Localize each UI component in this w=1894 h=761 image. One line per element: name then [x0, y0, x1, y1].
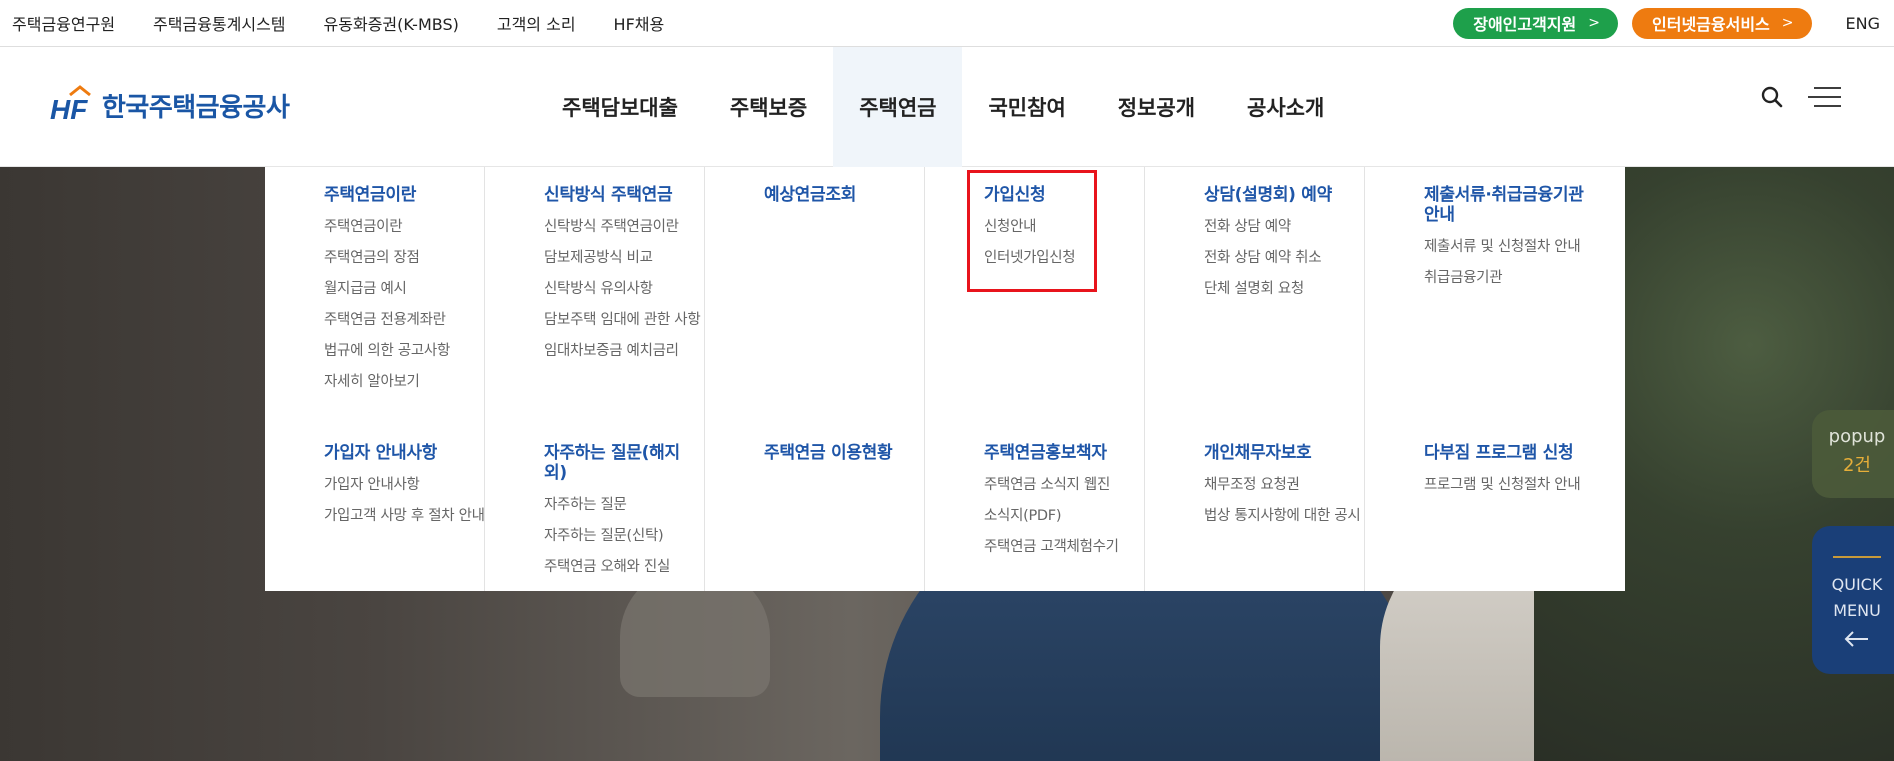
brand-name: 한국주택금융공사	[102, 92, 290, 123]
menu-group: 예상연금조회	[764, 185, 908, 217]
menu-link[interactable]: 법상 통지사항에 대한 공시	[1204, 506, 1361, 526]
menu-group-title[interactable]: 가입자 안내사항	[324, 443, 468, 463]
gnb-item-participation[interactable]: 국민참여	[962, 47, 1091, 167]
top-link-statistics-system[interactable]: 주택금융통계시스템	[153, 11, 285, 35]
mega-column: 예상연금조회 주택연금 이용현황	[705, 167, 925, 591]
logo-mark-text: HF	[50, 94, 88, 125]
top-link-customer-voice[interactable]: 고객의 소리	[497, 11, 576, 35]
pension-mega-menu: 주택연금이란 주택연금이란 주택연금의 장점 월지급금 예시 주택연금 전용계좌…	[265, 167, 1625, 591]
mega-column: 주택연금이란 주택연금이란 주택연금의 장점 월지급금 예시 주택연금 전용계좌…	[265, 167, 485, 591]
mega-column: 가입신청 신청안내 인터넷가입신청 주택연금홍보책자 주택연금 소식지 웹진 소…	[925, 167, 1145, 591]
menu-group: 다부짐 프로그램 신청 프로그램 및 신청절차 안내	[1424, 443, 1589, 506]
menu-link[interactable]: 주택연금 전용계좌란	[324, 310, 468, 330]
menu-link[interactable]: 주택연금 소식지 웹진	[984, 475, 1128, 495]
menu-group: 주택연금 이용현황	[764, 443, 908, 475]
menu-link-apply-guide[interactable]: 신청안내	[984, 217, 1128, 237]
menu-group-title[interactable]: 신탁방식 주택연금	[544, 185, 688, 205]
menu-group-title[interactable]: 자주하는 질문(해지 외)	[544, 443, 688, 483]
accessibility-support-button[interactable]: 장애인고객지원 >	[1453, 7, 1619, 39]
menu-group: 주택연금홍보책자 주택연금 소식지 웹진 소식지(PDF) 주택연금 고객체험수…	[984, 443, 1128, 568]
menu-group-title[interactable]: 주택연금이란	[324, 185, 468, 205]
internet-banking-button[interactable]: 인터넷금융서비스 >	[1632, 7, 1812, 39]
menu-group: 개인채무자보호 채무조정 요청권 법상 통지사항에 대한 공시	[1204, 443, 1361, 537]
header-icons	[1760, 85, 1842, 109]
menu-link[interactable]: 법규에 의한 공고사항	[324, 341, 468, 361]
language-english-link[interactable]: ENG	[1846, 14, 1880, 33]
menu-link[interactable]: 주택연금 오해와 진실	[544, 557, 688, 577]
top-link-recruit[interactable]: HF채용	[614, 11, 665, 35]
menu-link[interactable]: 자주하는 질문(신탁)	[544, 526, 688, 546]
popup-widget-button[interactable]: popup 2건	[1812, 410, 1894, 498]
menu-group: 자주하는 질문(해지 외) 자주하는 질문 자주하는 질문(신탁) 주택연금 오…	[544, 443, 688, 588]
top-link-research-institute[interactable]: 주택금융연구원	[12, 11, 115, 35]
menu-link[interactable]: 전화 상담 예약	[1204, 217, 1348, 237]
internet-banking-label: 인터넷금융서비스	[1652, 15, 1770, 34]
gnb-item-disclosure[interactable]: 정보공개	[1092, 47, 1221, 167]
menu-group: 상담(설명회) 예약 전화 상담 예약 전화 상담 예약 취소 단체 설명회 요…	[1204, 185, 1348, 310]
menu-link[interactable]: 주택연금 고객체험수기	[984, 537, 1128, 557]
gnb-item-about[interactable]: 공사소개	[1221, 47, 1350, 167]
menu-link[interactable]: 소식지(PDF)	[984, 506, 1128, 526]
menu-link[interactable]: 가입자 안내사항	[324, 475, 468, 495]
menu-link[interactable]: 자세히 알아보기	[324, 372, 468, 392]
menu-link[interactable]: 주택연금의 장점	[324, 248, 468, 268]
menu-group-title[interactable]: 제출서류·취급금융기관 안내	[1424, 185, 1589, 225]
top-links: 주택금융연구원 주택금융통계시스템 유동화증권(K-MBS) 고객의 소리 HF…	[12, 0, 702, 46]
menu-group-title[interactable]: 상담(설명회) 예약	[1204, 185, 1348, 205]
menu-link[interactable]: 신탁방식 주택연금이란	[544, 217, 688, 237]
gnb-item-guarantee[interactable]: 주택보증	[704, 47, 833, 167]
top-link-kmbs[interactable]: 유동화증권(K-MBS)	[324, 11, 459, 35]
chevron-right-icon: >	[1781, 15, 1794, 31]
hf-logo-icon: HF	[50, 85, 91, 125]
menu-group: 가입자 안내사항 가입자 안내사항 가입고객 사망 후 절차 안내	[324, 443, 485, 537]
menu-link[interactable]: 전화 상담 예약 취소	[1204, 248, 1348, 268]
popup-count: 2건	[1842, 455, 1871, 476]
menu-group: 주택연금이란 주택연금이란 주택연금의 장점 월지급금 예시 주택연금 전용계좌…	[324, 185, 468, 403]
arrow-left-icon	[1844, 631, 1868, 647]
hamburger-menu-icon[interactable]	[1808, 85, 1842, 109]
menu-group-title[interactable]: 주택연금 이용현황	[764, 443, 908, 463]
menu-link[interactable]: 월지급금 예시	[324, 279, 468, 299]
popup-label: popup	[1828, 426, 1886, 447]
menu-link[interactable]: 임대차보증금 예치금리	[544, 341, 688, 361]
main-navigation: 주택담보대출 주택보증 주택연금 국민참여 정보공개 공사소개	[536, 47, 1350, 167]
mega-column: 제출서류·취급금융기관 안내 제출서류 및 신청절차 안내 취급금융기관 다부짐…	[1365, 167, 1605, 591]
quick-menu-divider	[1833, 556, 1881, 558]
menu-link[interactable]: 취급금융기관	[1424, 268, 1589, 288]
menu-link[interactable]: 신탁방식 유의사항	[544, 279, 688, 299]
quick-menu-label: QUICK MENU	[1831, 575, 1883, 620]
top-right-actions: 장애인고객지원 > 인터넷금융서비스 > ENG	[1439, 0, 1880, 46]
menu-link[interactable]: 자주하는 질문	[544, 495, 688, 515]
search-icon[interactable]	[1760, 85, 1784, 109]
menu-group-title[interactable]: 개인채무자보호	[1204, 443, 1348, 463]
mega-column: 신탁방식 주택연금 신탁방식 주택연금이란 담보제공방식 비교 신탁방식 유의사…	[485, 167, 705, 591]
menu-group-title-apply[interactable]: 가입신청	[984, 185, 1128, 205]
accessibility-support-label: 장애인고객지원	[1473, 15, 1577, 34]
menu-group-title[interactable]: 주택연금홍보책자	[984, 443, 1128, 463]
gnb-item-pension[interactable]: 주택연금	[833, 47, 963, 167]
menu-group: 제출서류·취급금융기관 안내 제출서류 및 신청절차 안내 취급금융기관	[1424, 185, 1589, 299]
menu-link[interactable]: 담보주택 임대에 관한 사항	[544, 310, 701, 330]
mega-column: 상담(설명회) 예약 전화 상담 예약 전화 상담 예약 취소 단체 설명회 요…	[1145, 167, 1365, 591]
site-header: HF 한국주택금융공사 주택담보대출 주택보증 주택연금 국민참여 정보공개 공…	[0, 47, 1894, 167]
menu-link[interactable]: 프로그램 및 신청절차 안내	[1424, 475, 1589, 495]
top-utility-bar: 주택금융연구원 주택금융통계시스템 유동화증권(K-MBS) 고객의 소리 HF…	[0, 0, 1894, 47]
menu-group: 신탁방식 주택연금 신탁방식 주택연금이란 담보제공방식 비교 신탁방식 유의사…	[544, 185, 701, 372]
quick-menu-button[interactable]: QUICK MENU	[1812, 526, 1894, 674]
menu-link[interactable]: 주택연금이란	[324, 217, 468, 237]
menu-group: 가입신청 신청안내 인터넷가입신청	[984, 185, 1128, 279]
chevron-right-icon: >	[1588, 15, 1601, 31]
menu-link[interactable]: 담보제공방식 비교	[544, 248, 688, 268]
menu-link[interactable]: 제출서류 및 신청절차 안내	[1424, 237, 1589, 257]
menu-link-online-apply[interactable]: 인터넷가입신청	[984, 248, 1128, 268]
gnb-item-mortgage[interactable]: 주택담보대출	[536, 47, 704, 167]
site-logo[interactable]: HF 한국주택금융공사	[50, 85, 290, 125]
menu-group-title[interactable]: 예상연금조회	[764, 185, 908, 205]
menu-link[interactable]: 가입고객 사망 후 절차 안내	[324, 506, 485, 526]
menu-link[interactable]: 채무조정 요청권	[1204, 475, 1348, 495]
menu-link[interactable]: 단체 설명회 요청	[1204, 279, 1348, 299]
menu-group-title[interactable]: 다부짐 프로그램 신청	[1424, 443, 1589, 463]
